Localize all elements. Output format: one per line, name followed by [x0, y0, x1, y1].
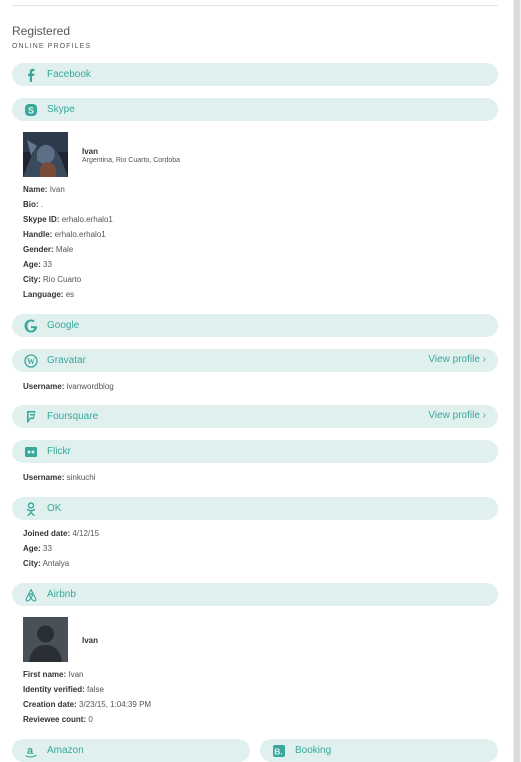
profile-header-google[interactable]: Google	[12, 314, 498, 337]
booking-icon: B.	[271, 743, 287, 759]
skype-field-skype-id: Skype ID: erhalo.erhalo1	[23, 215, 113, 224]
flickr-field-username: Username: sinkuchi	[23, 473, 96, 482]
svg-text:a: a	[27, 745, 34, 757]
profile-label: Google	[47, 320, 80, 331]
scrollbar-thumb[interactable]	[514, 0, 520, 762]
section-title: ONLINE PROFILES	[12, 43, 92, 50]
profile-label: Amazon	[47, 745, 84, 756]
skype-field-bio: Bio: .	[23, 200, 44, 209]
skype-field-gender: Gender: Male	[23, 245, 74, 254]
profile-label: Foursquare	[47, 411, 99, 422]
skype-icon: S	[23, 102, 39, 118]
profile-label: Flickr	[47, 446, 71, 457]
skype-field-language: Language: es	[23, 290, 75, 299]
profile-label: Gravatar	[47, 355, 86, 366]
skype-field-city: City: Rio Cuarto	[23, 275, 82, 284]
profile-header-amazon[interactable]: a Amazon	[12, 739, 250, 762]
skype-avatar	[23, 132, 68, 177]
skype-field-handle: Handle: erhalo.erhalo1	[23, 230, 106, 239]
profile-label: Booking	[295, 745, 332, 756]
airbnb-field-first-name: First name: Ivan	[23, 670, 84, 679]
profile-header-booking[interactable]: B. Booking	[260, 739, 498, 762]
svg-text:W: W	[27, 357, 35, 366]
profile-label: Airbnb	[47, 589, 76, 600]
skype-display-name: Ivan	[82, 147, 99, 156]
skype-location: Argentina, Rio Cuarto, Cordoba	[82, 157, 181, 164]
profile-label: OK	[47, 503, 62, 514]
airbnb-field-reviewee-count: Reviewee count: 0	[23, 715, 93, 724]
top-divider	[12, 5, 498, 6]
skype-field-name: Name: Ivan	[23, 185, 65, 194]
gravatar-field-username: Username: ivanwordblog	[23, 382, 114, 391]
registration-status: Registered	[12, 24, 71, 38]
airbnb-field-identity-verified: Identity verified: false	[23, 685, 104, 694]
gravatar-view-profile-link[interactable]: View profile ›	[428, 354, 486, 365]
profile-header-facebook[interactable]: Facebook	[12, 63, 498, 86]
profile-label: Skype	[47, 104, 75, 115]
foursquare-icon	[23, 409, 39, 425]
airbnb-display-name: Ivan	[82, 636, 99, 645]
airbnb-icon	[23, 587, 39, 603]
amazon-icon: a	[23, 743, 39, 759]
profile-header-flickr[interactable]: Flickr	[12, 440, 498, 463]
profile-header-gravatar[interactable]: W Gravatar View profile ›	[12, 349, 498, 372]
svg-text:B.: B.	[274, 746, 283, 756]
svg-text:S: S	[28, 105, 34, 115]
odnoklassniki-icon	[23, 501, 39, 517]
ok-field-age: Age: 33	[23, 544, 52, 553]
skype-field-age: Age: 33	[23, 260, 52, 269]
profile-header-airbnb[interactable]: Airbnb	[12, 583, 498, 606]
profile-header-skype[interactable]: S Skype	[12, 98, 498, 121]
airbnb-avatar	[23, 617, 68, 662]
flickr-icon	[23, 444, 39, 460]
facebook-icon	[23, 67, 39, 83]
profile-label: Facebook	[47, 69, 91, 80]
ok-field-city: City: Antalya	[23, 559, 70, 568]
airbnb-field-creation-date: Creation date: 3/23/15, 1:04:39 PM	[23, 700, 152, 709]
ok-field-joined-date: Joined date: 4/12/15	[23, 529, 100, 538]
google-icon	[23, 318, 39, 334]
wordpress-icon: W	[23, 353, 39, 369]
profile-header-foursquare[interactable]: Foursquare View profile ›	[12, 405, 498, 428]
profile-header-ok[interactable]: OK	[12, 497, 498, 520]
foursquare-view-profile-link[interactable]: View profile ›	[428, 410, 486, 421]
